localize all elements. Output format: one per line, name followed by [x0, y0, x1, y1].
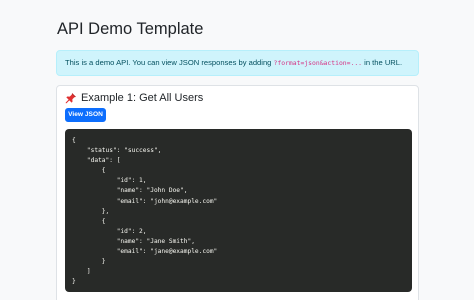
alert-text-end: in the URL. — [362, 58, 403, 67]
example-title: Example 1: Get All Users — [81, 92, 204, 104]
info-alert: This is a demo API. You can view JSON re… — [56, 50, 419, 76]
example-card: Example 1: Get All Users View JSON { "st… — [56, 85, 419, 300]
view-json-button[interactable]: View JSON — [65, 108, 106, 122]
json-code-block: { "status": "success", "data": [ { "id":… — [65, 129, 412, 292]
alert-text: This is a demo API. You can view JSON re… — [65, 58, 274, 67]
page: API Demo Template This is a demo API. Yo… — [0, 0, 474, 300]
example-header: Example 1: Get All Users — [65, 91, 203, 105]
page-title: API Demo Template — [57, 20, 204, 38]
json-output: { "status": "success", "data": [ { "id":… — [72, 137, 218, 286]
alert-code: ?format=json&action=... — [273, 59, 363, 67]
pushpin-icon — [65, 93, 76, 104]
